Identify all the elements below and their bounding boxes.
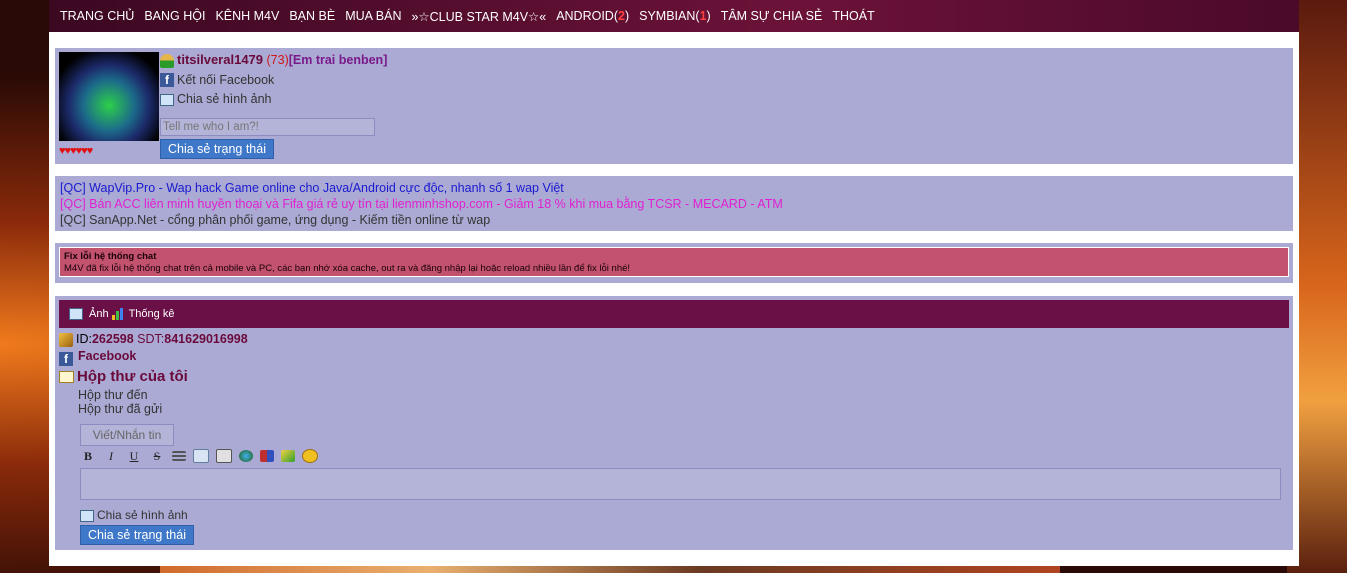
italic-button[interactable]: I — [103, 448, 119, 464]
share-image-label: Chia sẻ hình ảnh — [177, 92, 272, 107]
nav-thoat[interactable]: THOÁT — [832, 9, 874, 23]
background-color-icon[interactable] — [281, 450, 295, 462]
post-count-open: ( — [263, 53, 271, 67]
mailbox-title[interactable]: Hộp thư của tôi — [77, 368, 188, 385]
facebook-row: f Facebook — [59, 349, 248, 366]
tab-stats[interactable]: Thống kê — [129, 308, 175, 320]
id-line: ID:262598 SDT:841629016998 — [59, 332, 248, 347]
ad-link-sanapp[interactable]: [QC] SanApp.Net - cổng phân phối game, ứ… — [60, 212, 1288, 228]
sdt-value: 841629016998 — [164, 332, 248, 346]
id-card-icon — [59, 332, 73, 347]
globe-link-icon[interactable] — [239, 450, 253, 462]
sent-link[interactable]: Hộp thư đã gửi — [78, 402, 248, 416]
ads-panel: [QC] WapVip.Pro - Wap hack Game online c… — [55, 176, 1293, 231]
profile-info: titsilveral1479 (73)[Em trai benben] f Kế… — [160, 52, 387, 106]
inbox-link[interactable]: Hộp thư đến — [78, 388, 248, 402]
avatar[interactable] — [59, 52, 159, 141]
message-textarea[interactable] — [80, 468, 1281, 500]
image-tab-icon — [69, 308, 83, 320]
section-header: Ảnh Thống kê — [59, 300, 1289, 328]
post-count: 73 — [270, 53, 285, 67]
notice-box: Fix lỗi hệ thống chat M4V đã fix lỗi hệ … — [59, 247, 1289, 277]
nav-android-suffix: ) — [624, 9, 630, 23]
id-value: 262598 — [91, 332, 134, 346]
notice-title: Fix lỗi hệ thống chat — [64, 251, 157, 262]
nav-symbian-label: SYMBIAN( — [639, 9, 700, 23]
share-status-button-2[interactable]: Chia sẻ trạng thái — [80, 525, 194, 545]
nav-mua-ban[interactable]: MUA BÁN — [345, 9, 401, 23]
editor-toolbar: B I U S — [80, 448, 318, 464]
nav-ban-be[interactable]: BẠN BÈ — [289, 9, 335, 23]
facebook-profile-link[interactable]: Facebook — [78, 349, 248, 363]
notice-body: M4V đã fix lỗi hệ thống chat trên cả mob… — [64, 263, 631, 274]
strike-button[interactable]: S — [149, 448, 165, 464]
nav-android[interactable]: ANDROID(2) — [556, 9, 629, 23]
share-image-link-2[interactable]: Chia sẻ hình ảnh — [80, 508, 188, 522]
facebook-icon: f — [160, 73, 174, 88]
mail-icon — [59, 371, 74, 384]
nav-symbian-count: 1 — [699, 9, 707, 23]
section-body: ID:262598 SDT:841629016998 f Facebook Hộ… — [59, 332, 248, 416]
tab-image[interactable]: Ảnh — [89, 308, 109, 320]
mailbox-title-row: Hộp thư của tôi — [59, 368, 248, 385]
facebook-connect-label: Kết nối Facebook — [177, 72, 275, 87]
top-nav: TRANG CHỦ BANG HỘI KÊNH M4V BẠN BÈ MUA B… — [49, 0, 1299, 32]
nav-symbian[interactable]: SYMBIAN(1) — [639, 9, 711, 23]
ad-link-wapvip[interactable]: [QC] WapVip.Pro - Wap hack Game online c… — [60, 180, 1288, 196]
nav-club-star[interactable]: »☆CLUB STAR M4V☆« — [411, 9, 546, 24]
smiley-icon[interactable] — [302, 449, 318, 463]
share-status-button[interactable]: Chia sẻ trạng thái — [160, 139, 274, 159]
php-code-icon[interactable] — [216, 449, 232, 463]
username-link[interactable]: titsilveral1479 — [177, 52, 263, 67]
nav-bang-hoi[interactable]: BANG HỘI — [144, 9, 205, 23]
facebook-connect[interactable]: f Kết nối Facebook — [160, 73, 387, 88]
notice-panel: Fix lỗi hệ thống chat M4V đã fix lỗi hệ … — [55, 243, 1293, 283]
username-line: titsilveral1479 (73)[Em trai benben] — [160, 52, 387, 68]
ad-link-lienminhshop[interactable]: [QC] Bán ACC liên minh huyền thoại và Fi… — [60, 196, 1288, 212]
nav-android-count: 2 — [618, 9, 625, 23]
underline-button[interactable]: U — [126, 448, 142, 464]
text-color-icon[interactable] — [260, 450, 274, 462]
image-icon — [160, 94, 174, 107]
image-icon-2 — [80, 509, 94, 522]
status-input[interactable]: Tell me who I am?! — [160, 118, 375, 136]
nav-tam-su[interactable]: TÂM SỰ CHIA SẺ — [721, 9, 823, 23]
nav-trang-chu[interactable]: TRANG CHỦ — [60, 9, 134, 23]
nav-kenh-m4v[interactable]: KÊNH M4V — [215, 9, 279, 23]
stats-icon — [111, 308, 126, 320]
profile-panel: ♥♥♥♥♥♥ titsilveral1479 (73)[Em trai benb… — [55, 48, 1293, 164]
id-label: ID: — [76, 332, 92, 346]
share-image-link[interactable]: Chia sẻ hình ảnh — [160, 92, 387, 106]
user-section-panel: Ảnh Thống kê ID:262598 SDT:841629016998 … — [55, 296, 1293, 550]
facebook-icon-small: f — [59, 351, 73, 366]
bold-button[interactable]: B — [80, 448, 96, 464]
sdt-label: SDT: — [133, 332, 165, 346]
share-image-label-2: Chia sẻ hình ảnh — [97, 508, 188, 522]
compose-button[interactable]: Viết/Nhắn tin — [80, 424, 174, 446]
copy-icon[interactable] — [193, 449, 209, 463]
nav-symbian-suffix: ) — [706, 9, 711, 23]
nav-android-label: ANDROID( — [556, 9, 618, 23]
hearts-rating: ♥♥♥♥♥♥ — [59, 145, 93, 157]
user-icon — [160, 53, 174, 68]
user-title: [Em trai benben] — [288, 53, 388, 67]
page-container: TRANG CHỦ BANG HỘI KÊNH M4V BẠN BÈ MUA B… — [49, 0, 1299, 566]
list-icon[interactable] — [172, 451, 186, 461]
